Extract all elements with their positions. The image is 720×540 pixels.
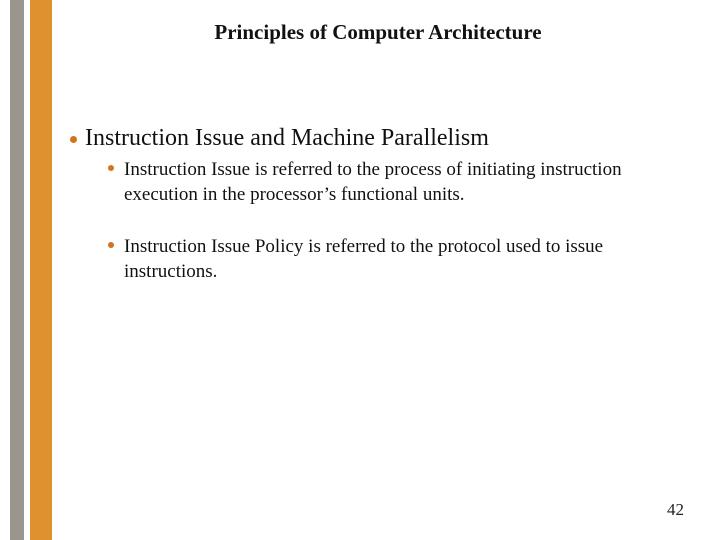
sub-bullet-text: Instruction Issue Policy is referred to … (124, 235, 658, 284)
bullet-icon (70, 136, 77, 143)
main-bullet-text: Instruction Issue and Machine Parallelis… (85, 125, 489, 152)
bullet-icon (108, 165, 114, 171)
page-number: 42 (667, 500, 684, 520)
slide-title: Principles of Computer Architecture (78, 20, 678, 45)
sidebar-stripe-gap2 (52, 0, 56, 540)
sub-bullet-row: Instruction Issue is referred to the pro… (108, 158, 658, 207)
main-bullet-row: Instruction Issue and Machine Parallelis… (70, 125, 678, 152)
sidebar-stripe-orange (30, 0, 52, 540)
slide-content: Principles of Computer Architecture Inst… (58, 0, 708, 540)
sidebar-stripe-gray (10, 0, 24, 540)
sub-bullet-text: Instruction Issue is referred to the pro… (124, 158, 658, 207)
bullet-icon (108, 242, 114, 248)
sub-bullet-row: Instruction Issue Policy is referred to … (108, 235, 658, 284)
